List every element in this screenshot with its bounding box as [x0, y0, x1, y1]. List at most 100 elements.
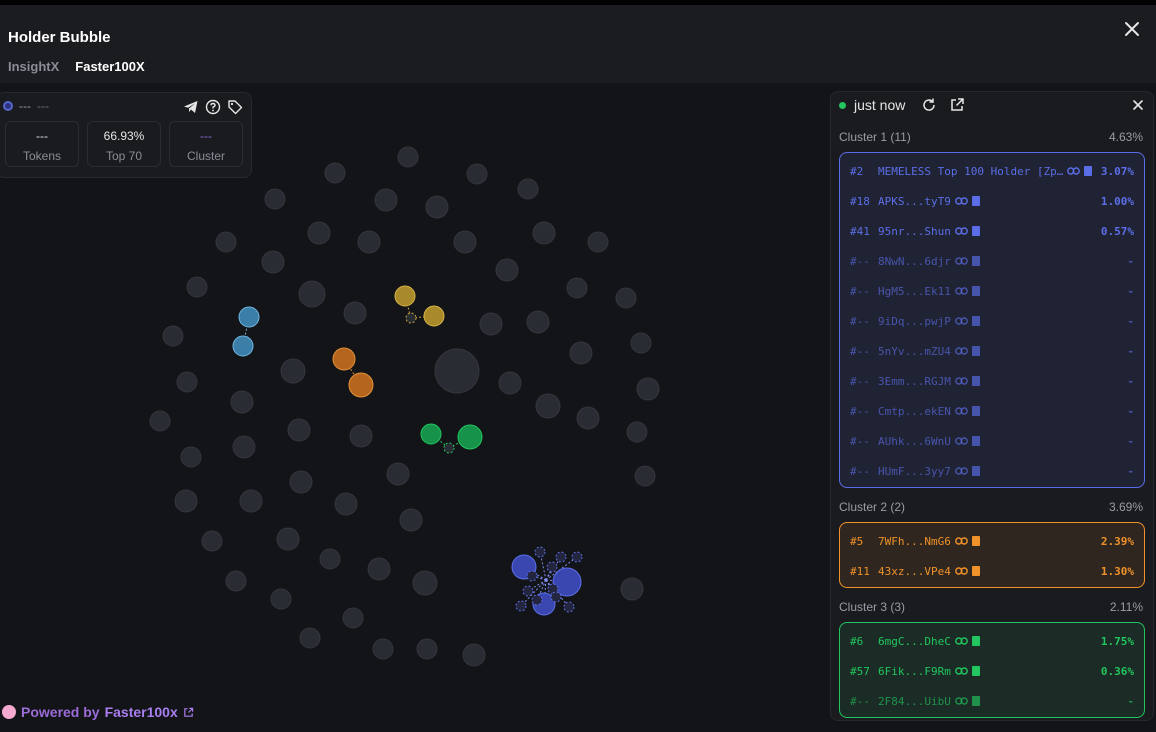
holder-row[interactable]: #-- 8NwN...6djr -: [850, 253, 1134, 269]
cluster-bubble[interactable]: [550, 591, 562, 603]
holder-bubble[interactable]: [270, 588, 292, 610]
holder-bubble[interactable]: [636, 377, 660, 401]
holder-bubble[interactable]: [334, 492, 358, 516]
cluster-bubble[interactable]: [526, 570, 538, 582]
cluster-bubble[interactable]: [423, 305, 445, 327]
holder-bubble[interactable]: [399, 508, 423, 532]
holder-bubble[interactable]: [201, 530, 223, 552]
powered-by[interactable]: Powered by Faster100x: [2, 704, 194, 720]
link-icon[interactable]: [954, 226, 968, 236]
link-icon[interactable]: [954, 566, 968, 576]
cluster-bubble[interactable]: [405, 312, 417, 324]
holder-bubble[interactable]: [498, 371, 522, 395]
holder-bubble[interactable]: [299, 627, 321, 649]
cluster-bubble[interactable]: [515, 600, 527, 612]
holder-bubble[interactable]: [367, 557, 391, 581]
panel-close-icon[interactable]: [1131, 98, 1145, 112]
cluster-bubble[interactable]: [457, 424, 483, 450]
holder-address[interactable]: 9iDq...pwjP: [878, 315, 1127, 328]
holder-row[interactable]: #2 MEMELESS Top 100 Holder [Zp… 3.07%: [850, 163, 1134, 179]
holder-row[interactable]: #-- HgM5...Ek11 -: [850, 283, 1134, 299]
link-icon[interactable]: [954, 346, 968, 356]
cluster-bubble[interactable]: [571, 551, 583, 563]
cluster-bubble[interactable]: [420, 423, 442, 445]
holder-bubble[interactable]: [149, 410, 171, 432]
holder-bubble[interactable]: [495, 258, 519, 282]
holder-bubble[interactable]: [319, 548, 341, 570]
holder-bubble[interactable]: [162, 325, 184, 347]
bubble-map[interactable]: [0, 83, 830, 732]
cluster-bubble[interactable]: [232, 335, 254, 357]
holder-bubble[interactable]: [434, 348, 480, 394]
holder-row[interactable]: #11 43xz...VPe4 1.30%: [850, 563, 1134, 579]
holder-address[interactable]: 2F84...UibU: [878, 695, 1127, 708]
holder-row[interactable]: #41 95nr...Shun 0.57%: [850, 223, 1134, 239]
holder-bubble[interactable]: [453, 230, 477, 254]
cluster-1-box[interactable]: #2 MEMELESS Top 100 Holder [Zp… 3.07% #18 AP…: [839, 152, 1145, 488]
holder-bubble[interactable]: [280, 358, 306, 384]
copy-icon[interactable]: [971, 696, 980, 706]
cluster-bubble[interactable]: [555, 551, 567, 563]
link-icon[interactable]: [954, 406, 968, 416]
cluster-bubble[interactable]: [534, 546, 546, 558]
holder-bubble[interactable]: [630, 332, 652, 354]
holder-bubble[interactable]: [535, 393, 561, 419]
link-icon[interactable]: [954, 376, 968, 386]
holder-row[interactable]: #-- 3Emm...RGJM -: [850, 373, 1134, 389]
holder-bubble[interactable]: [372, 638, 394, 660]
holder-row[interactable]: #-- 5nYv...mZU4 -: [850, 343, 1134, 359]
link-icon[interactable]: [954, 666, 968, 676]
holder-row[interactable]: #18 APKS...tyT9 1.00%: [850, 193, 1134, 209]
copy-icon[interactable]: [971, 316, 980, 326]
copy-icon[interactable]: [971, 286, 980, 296]
cluster-bubble[interactable]: [443, 442, 455, 454]
holder-address[interactable]: AUhk...6WnU: [878, 435, 1127, 448]
holder-bubble[interactable]: [576, 406, 600, 430]
tab-faster100x[interactable]: Faster100X: [75, 59, 144, 74]
tag-icon[interactable]: [227, 99, 243, 115]
link-icon[interactable]: [954, 696, 968, 706]
refresh-icon[interactable]: [921, 97, 937, 113]
link-icon[interactable]: [954, 536, 968, 546]
holder-bubble[interactable]: [289, 470, 313, 494]
holder-address[interactable]: 43xz...VPe4: [878, 565, 1101, 578]
holder-bubble[interactable]: [180, 446, 202, 468]
copy-icon[interactable]: [971, 666, 980, 676]
holder-row[interactable]: #5 7WFh...NmG6 2.39%: [850, 533, 1134, 549]
holder-address[interactable]: 6mgC...DheC: [878, 635, 1101, 648]
holder-bubble[interactable]: [357, 230, 381, 254]
holder-bubble[interactable]: [569, 341, 593, 365]
copy-icon[interactable]: [971, 226, 980, 236]
holder-row[interactable]: #-- HUmF...3yy7 -: [850, 463, 1134, 479]
external-link-icon[interactable]: [949, 97, 965, 113]
link-icon[interactable]: [954, 466, 968, 476]
holder-bubble[interactable]: [416, 638, 438, 660]
cluster-bubble[interactable]: [332, 347, 356, 371]
external-link-icon[interactable]: [183, 707, 194, 718]
holder-bubble[interactable]: [634, 465, 656, 487]
holder-address[interactable]: 95nr...Shun: [878, 225, 1101, 238]
holder-bubble[interactable]: [532, 221, 556, 245]
holder-bubble[interactable]: [587, 231, 609, 253]
holder-address[interactable]: 5nYv...mZU4: [878, 345, 1127, 358]
cluster-bubble[interactable]: [563, 601, 575, 613]
holder-bubble[interactable]: [307, 221, 331, 245]
holder-address[interactable]: MEMELESS Top 100 Holder [Zp…: [878, 165, 1101, 178]
holder-bubble[interactable]: [239, 489, 263, 513]
link-icon[interactable]: [954, 196, 968, 206]
link-icon[interactable]: [954, 286, 968, 296]
holder-bubble[interactable]: [615, 287, 637, 309]
copy-icon[interactable]: [971, 636, 980, 646]
cluster-bubble[interactable]: [394, 285, 416, 307]
holder-bubble[interactable]: [324, 162, 346, 184]
holder-row[interactable]: #-- Cmtp...ekEN -: [850, 403, 1134, 419]
copy-icon[interactable]: [1084, 166, 1093, 176]
holder-bubble[interactable]: [517, 178, 539, 200]
cluster-3-box[interactable]: #6 6mgC...DheC 1.75% #57 6Fik...F9Rm 0.36% #--…: [839, 622, 1145, 718]
copy-icon[interactable]: [971, 436, 980, 446]
cluster-bubble[interactable]: [531, 594, 543, 606]
link-icon[interactable]: [954, 316, 968, 326]
cluster-bubble[interactable]: [546, 561, 558, 573]
holder-bubble[interactable]: [462, 643, 486, 667]
link-icon[interactable]: [954, 436, 968, 446]
